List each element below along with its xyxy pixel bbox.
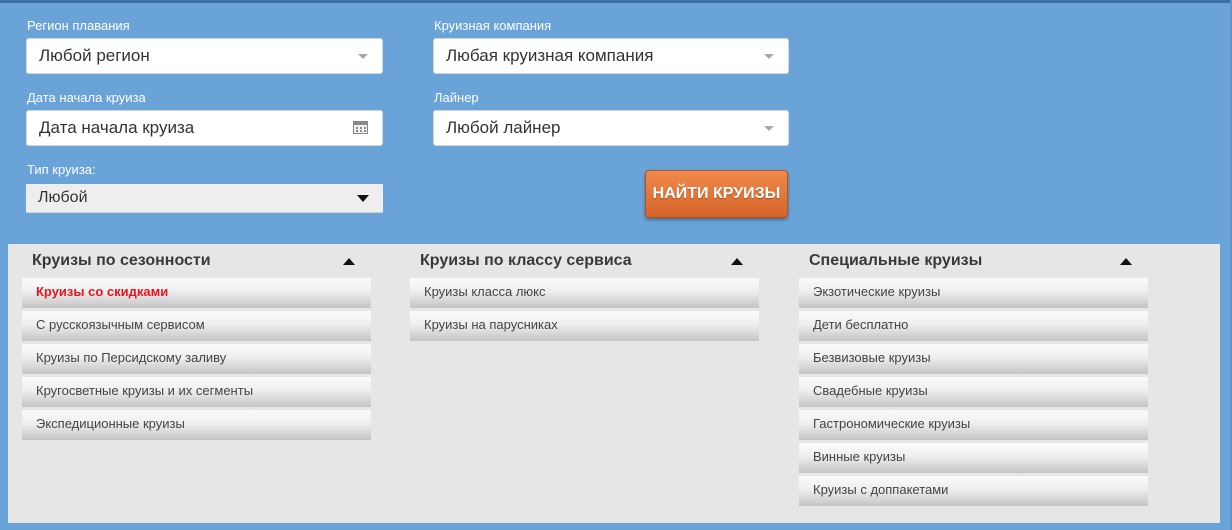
calendar-icon[interactable] [353, 121, 368, 134]
company-label: Круизная компания [434, 18, 552, 33]
category-title: Круизы по сезонности [32, 252, 211, 269]
list-item[interactable]: Круизы класса люкс [410, 278, 759, 308]
category-list: Круизы класса люкс Круизы на парусниках [410, 278, 759, 341]
category-title: Специальные круизы [809, 252, 983, 269]
list-item[interactable]: Круизы с доппакетами [799, 476, 1148, 506]
category-header-special[interactable]: Специальные круизы [799, 244, 1148, 278]
category-service-class: Круизы по классу сервиса Круизы класса л… [410, 244, 759, 344]
cruise-type-select[interactable]: Любой [26, 184, 383, 213]
list-item[interactable]: Круизы по Персидскому заливу [22, 344, 371, 374]
caret-up-icon[interactable] [343, 258, 355, 265]
company-select[interactable]: Любая круизная компания [433, 38, 789, 74]
list-item[interactable]: Круизы со скидками [22, 278, 371, 308]
liner-value: Любой лайнер [446, 118, 561, 137]
category-title: Круизы по классу сервиса [420, 252, 632, 269]
cruise-type-label: Тип круиза: [27, 162, 96, 177]
list-item[interactable]: Экзотические круизы [799, 278, 1148, 308]
cruise-categories: Круизы по сезонности Круизы со скидками … [8, 244, 1220, 523]
list-item[interactable]: Свадебные круизы [799, 377, 1148, 407]
find-cruises-button[interactable]: НАЙТИ КРУИЗЫ [645, 170, 788, 218]
liner-label: Лайнер [434, 90, 479, 105]
region-value: Любой регион [39, 46, 150, 65]
list-item[interactable]: Гастрономические круизы [799, 410, 1148, 440]
category-header-seasonal[interactable]: Круизы по сезонности [22, 244, 371, 278]
list-item[interactable]: Безвизовые круизы [799, 344, 1148, 374]
caret-down-icon [357, 195, 369, 202]
cruise-search-panel: Регион плавания Любой регион Круизная ко… [0, 0, 1232, 244]
list-item[interactable]: Дети бесплатно [799, 311, 1148, 341]
cruise-type-value: Любой [38, 189, 88, 206]
start-date-label: Дата начала круиза [27, 90, 146, 105]
region-label: Регион плавания [27, 18, 130, 33]
caret-up-icon[interactable] [1120, 258, 1132, 265]
list-item[interactable]: Экспедиционные круизы [22, 410, 371, 440]
liner-select[interactable]: Любой лайнер [433, 110, 789, 146]
caret-up-icon[interactable] [731, 258, 743, 265]
category-special: Специальные круизы Экзотические круизы Д… [799, 244, 1148, 509]
company-value: Любая круизная компания [446, 46, 654, 65]
list-item[interactable]: Винные круизы [799, 443, 1148, 473]
chevron-down-icon [764, 54, 774, 59]
chevron-down-icon [764, 126, 774, 131]
category-header-service-class[interactable]: Круизы по классу сервиса [410, 244, 759, 278]
start-date-placeholder: Дата начала круиза [39, 118, 195, 137]
list-item[interactable]: С русскоязычным сервисом [22, 311, 371, 341]
category-list: Экзотические круизы Дети бесплатно Безви… [799, 278, 1148, 506]
start-date-field[interactable]: Дата начала круиза [26, 110, 383, 146]
category-list: Круизы со скидками С русскоязычным серви… [22, 278, 371, 440]
list-item[interactable]: Круизы на парусниках [410, 311, 759, 341]
chevron-down-icon [358, 54, 368, 59]
list-item[interactable]: Кругосветные круизы и их сегменты [22, 377, 371, 407]
category-seasonal: Круизы по сезонности Круизы со скидками … [22, 244, 371, 443]
region-select[interactable]: Любой регион [26, 38, 383, 74]
